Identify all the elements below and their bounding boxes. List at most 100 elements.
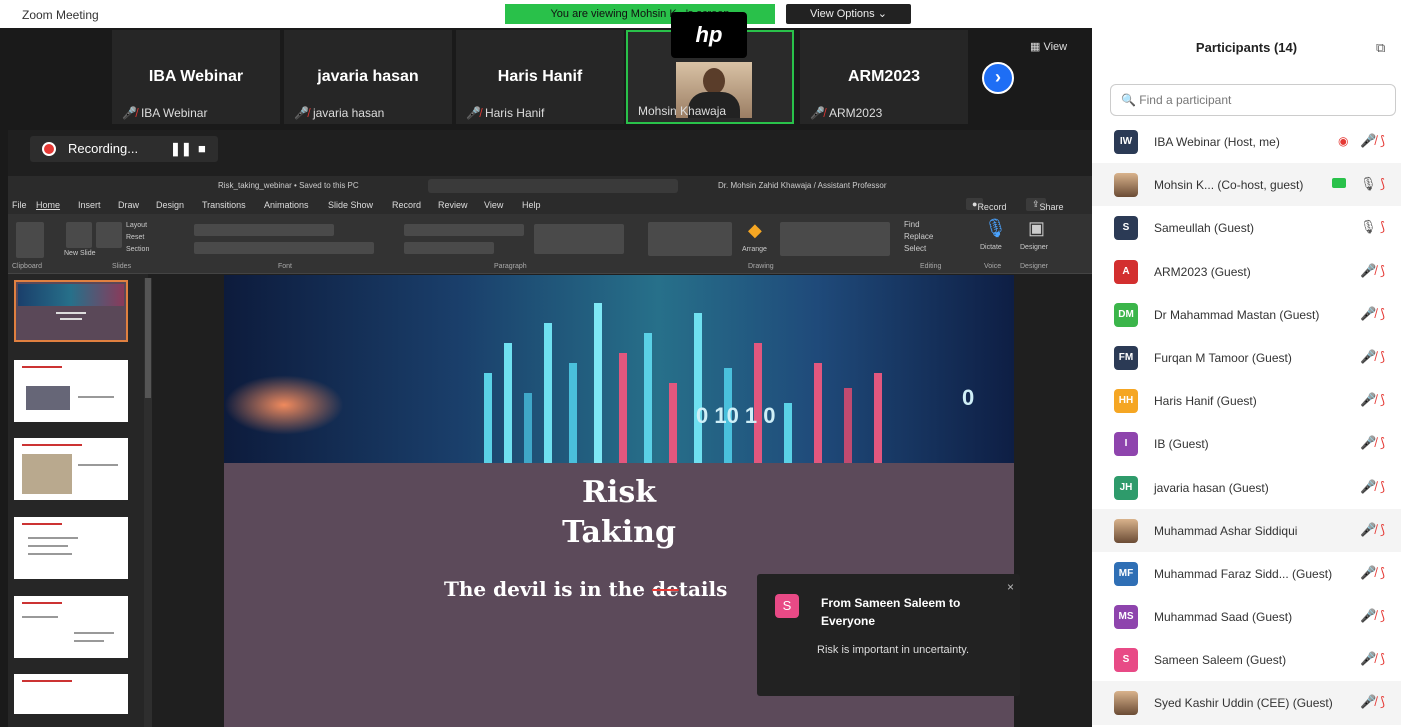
participant-row[interactable]: MF Muhammad Faraz Sidd... (Guest) 🎤̸ ⟆ <box>1092 552 1401 595</box>
video-off-icon[interactable]: ⟆ <box>1380 392 1385 408</box>
mic-muted-icon[interactable]: 🎤̸ <box>1360 565 1376 581</box>
video-off-icon[interactable]: ⟆ <box>1380 133 1385 149</box>
section-button[interactable]: Section <box>126 246 149 253</box>
slide-thumbnail[interactable] <box>14 596 128 658</box>
stop-recording-button[interactable]: ■ <box>198 141 206 156</box>
participant-row[interactable]: JH javaria hasan (Guest) 🎤̸ ⟆ <box>1092 466 1401 509</box>
powerpoint-search[interactable] <box>428 179 678 193</box>
pause-recording-button[interactable]: ❚❚ <box>170 141 192 157</box>
participant-search-input[interactable]: 🔍 Find a participant <box>1110 84 1396 116</box>
participant-row[interactable]: Mohsin K... (Co-host, guest) 🎙 ⟆ <box>1092 163 1401 207</box>
mic-muted-icon[interactable]: 🎤̸ <box>1360 392 1376 408</box>
mic-muted-icon[interactable]: 🎤̸ <box>1360 435 1376 451</box>
video-tile[interactable]: ARM2023 🎤̸ ARM2023 <box>800 30 968 124</box>
slide-thumbnail[interactable] <box>14 517 128 579</box>
participant-row[interactable]: Muhammad Ashar Siddiqui 🎤̸ ⟆ <box>1092 508 1401 552</box>
view-options-button[interactable]: View Options ⌄ <box>786 4 911 24</box>
mic-muted-icon[interactable]: 🎤̸ <box>1360 694 1376 710</box>
menu-slide-show[interactable]: Slide Show <box>328 200 373 210</box>
video-off-icon[interactable]: ⟆ <box>1380 565 1385 581</box>
mic-muted-icon[interactable]: 🎤̸ <box>1360 522 1376 538</box>
slide-thumbnail[interactable] <box>14 360 128 422</box>
pp-record-button[interactable]: ● Record <box>966 198 1006 212</box>
mic-muted-icon[interactable]: 🎤̸ <box>1360 133 1376 149</box>
video-off-icon[interactable]: ⟆ <box>1380 306 1385 322</box>
video-off-icon[interactable]: ⟆ <box>1380 176 1385 192</box>
designer-label: Designer <box>1020 244 1049 251</box>
paste-button[interactable] <box>16 222 44 258</box>
video-off-icon[interactable]: ⟆ <box>1380 479 1385 495</box>
group-clipboard: Clipboard <box>12 263 42 270</box>
participant-row[interactable]: S Sameullah (Guest) 🎙 ⟆ <box>1092 206 1401 249</box>
mic-muted-icon[interactable]: 🎤̸ <box>1360 263 1376 279</box>
participant-avatar: S <box>1114 216 1138 241</box>
font-name-select[interactable] <box>194 224 334 236</box>
next-page-button[interactable]: › <box>982 62 1014 94</box>
text-direction-controls[interactable] <box>534 224 624 254</box>
mic-on-icon[interactable]: 🎙 <box>1360 219 1377 235</box>
participant-avatar: I <box>1114 432 1138 457</box>
menu-home[interactable]: Home <box>36 200 60 210</box>
reuse-slides-button[interactable] <box>96 222 122 248</box>
mic-muted-icon[interactable]: 🎤̸ <box>1360 349 1376 365</box>
participant-row[interactable]: MS Muhammad Saad (Guest) 🎤̸ ⟆ <box>1092 595 1401 638</box>
participant-row[interactable]: FM Furqan M Tamoor (Guest) 🎤̸ ⟆ <box>1092 336 1401 379</box>
menu-file[interactable]: File <box>12 200 27 210</box>
participant-row[interactable]: S Sameen Saleem (Guest) 🎤̸ ⟆ <box>1092 638 1401 681</box>
slide-thumbnail[interactable] <box>14 438 128 500</box>
slide-thumbnail[interactable] <box>14 674 128 714</box>
select-button[interactable]: Select <box>904 244 926 253</box>
participant-row[interactable]: A ARM2023 (Guest) 🎤̸ ⟆ <box>1092 250 1401 293</box>
video-off-icon[interactable]: ⟆ <box>1380 219 1385 235</box>
video-tile[interactable]: javaria hasan 🎤̸ javaria hasan <box>284 30 452 124</box>
video-off-icon[interactable]: ⟆ <box>1380 435 1385 451</box>
menu-draw[interactable]: Draw <box>118 200 139 210</box>
participant-row[interactable]: DM Dr Mahammad Mastan (Guest) 🎤̸ ⟆ <box>1092 293 1401 336</box>
menu-transitions[interactable]: Transitions <box>202 200 246 210</box>
menu-animations[interactable]: Animations <box>264 200 309 210</box>
participant-row[interactable]: HH Haris Hanif (Guest) 🎤̸ ⟆ <box>1092 379 1401 422</box>
slide-thumbnail[interactable] <box>14 280 128 342</box>
replace-button[interactable]: Replace <box>904 232 933 241</box>
new-slide-button[interactable] <box>66 222 92 248</box>
layout-button[interactable]: Layout <box>126 222 147 229</box>
alignment-controls[interactable] <box>404 242 494 254</box>
video-off-icon[interactable]: ⟆ <box>1380 349 1385 365</box>
popout-icon[interactable]: ⧉ <box>1376 40 1385 56</box>
menu-insert[interactable]: Insert <box>78 200 101 210</box>
video-tile[interactable]: IBA Webinar 🎤̸ IBA Webinar <box>112 30 280 124</box>
menu-design[interactable]: Design <box>156 200 184 210</box>
participant-row[interactable]: IW IBA Webinar (Host, me) ◉ 🎤̸ ⟆ <box>1092 120 1401 163</box>
mic-muted-icon[interactable]: 🎤̸ <box>1360 479 1376 495</box>
menu-help[interactable]: Help <box>522 200 541 210</box>
menu-review[interactable]: Review <box>438 200 468 210</box>
chat-notification[interactable]: S From Sameen Saleem to Everyone Risk is… <box>757 574 1020 696</box>
pp-share-button[interactable]: ⇪ Share <box>1026 198 1064 212</box>
video-off-icon[interactable]: ⟆ <box>1380 522 1385 538</box>
video-off-icon[interactable]: ⟆ <box>1380 694 1385 710</box>
menu-view[interactable]: View <box>484 200 503 210</box>
video-off-icon[interactable]: ⟆ <box>1380 651 1385 667</box>
reset-button[interactable]: Reset <box>126 234 144 241</box>
arrange-icon[interactable]: ◆ <box>748 220 762 241</box>
view-button[interactable]: ▦ View <box>1030 40 1067 53</box>
participant-row[interactable]: I IB (Guest) 🎤̸ ⟆ <box>1092 422 1401 465</box>
video-off-icon[interactable]: ⟆ <box>1380 263 1385 279</box>
shapes-gallery[interactable] <box>648 222 732 256</box>
video-off-icon[interactable]: ⟆ <box>1380 608 1385 624</box>
mic-on-icon[interactable]: 🎙 <box>1360 176 1377 192</box>
mic-muted-icon[interactable]: 🎤̸ <box>1360 306 1376 322</box>
font-format-controls[interactable] <box>194 242 374 254</box>
designer-icon[interactable]: ▣ <box>1028 218 1045 239</box>
find-button[interactable]: Find <box>904 220 920 229</box>
shape-styles[interactable] <box>780 222 890 256</box>
paragraph-controls[interactable] <box>404 224 524 236</box>
dictate-icon[interactable]: 🎙 <box>984 218 1007 239</box>
menu-record[interactable]: Record <box>392 200 421 210</box>
thumbnail-scrollbar[interactable] <box>144 278 152 727</box>
mic-muted-icon[interactable]: 🎤̸ <box>1360 651 1376 667</box>
close-icon[interactable]: × <box>1007 580 1014 594</box>
video-tile[interactable]: Haris Hanif 🎤̸ Haris Hanif <box>456 30 624 124</box>
participant-row[interactable]: Syed Kashir Uddin (CEE) (Guest) 🎤̸ ⟆ <box>1092 681 1401 725</box>
mic-muted-icon[interactable]: 🎤̸ <box>1360 608 1376 624</box>
